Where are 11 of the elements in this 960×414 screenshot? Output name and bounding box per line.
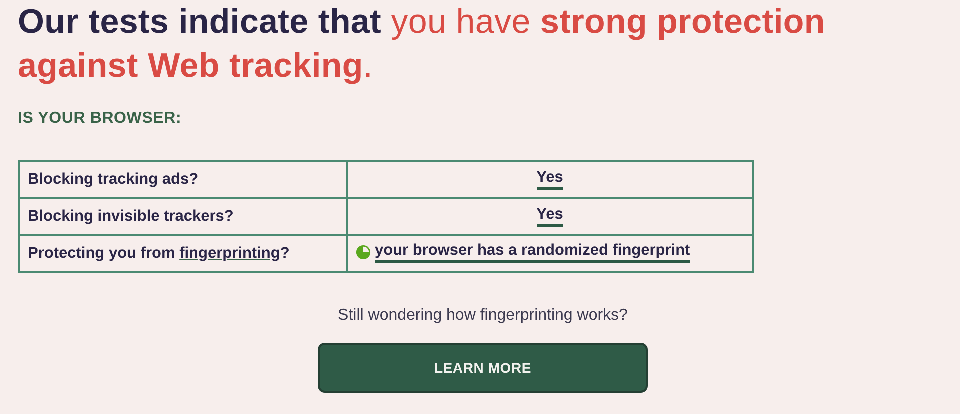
result-heading: Our tests indicate that you have strong protection against Web tracking. [18, 2, 826, 87]
answer-link[interactable]: Yes [536, 169, 564, 190]
answer-link[interactable]: your browser has a randomized fingerprint [375, 242, 690, 263]
question-cell: Blocking tracking ads? [19, 161, 347, 198]
fingerprinting-link[interactable]: fingerprinting [180, 244, 280, 262]
question-cell: Protecting you from fingerprinting? [19, 235, 347, 272]
learn-more-button[interactable]: LEARN MORE [318, 343, 648, 393]
fingerprinting-prompt: Still wondering how fingerprinting works? [337, 307, 629, 325]
answer-link[interactable]: Yes [536, 206, 564, 227]
question-cell: Blocking invisible trackers? [19, 198, 347, 235]
section-label: IS YOUR BROWSER: [18, 110, 183, 128]
